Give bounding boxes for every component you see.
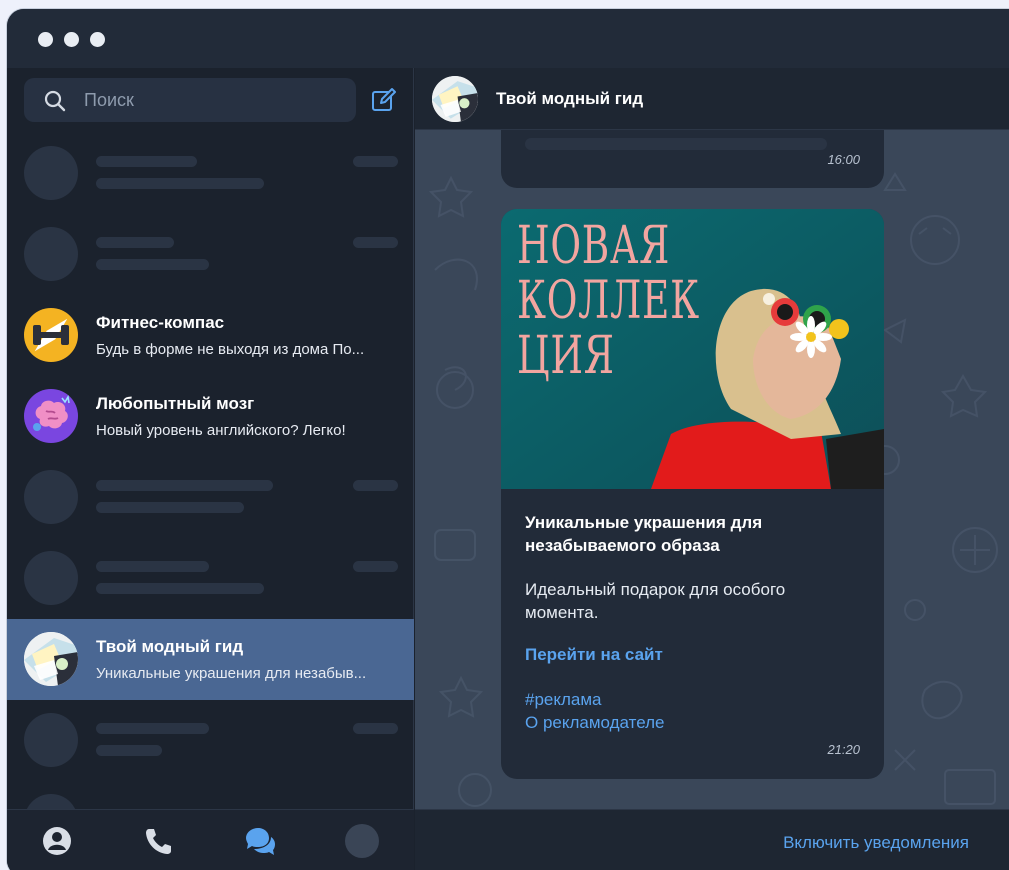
fashion-logo-icon [432,76,478,122]
window-dot-2[interactable] [64,32,79,47]
placeholder-bar [96,259,209,270]
chat-header[interactable]: Твой модный гид [415,68,1009,130]
placeholder-bar [96,583,264,594]
chats-icon[interactable] [243,824,277,858]
avatar [24,146,78,200]
post-title: Уникальные украшения для незабываемого о… [525,513,763,555]
chat-preview: Будь в форме не выходя из дома По... [96,341,365,358]
bottom-nav [7,809,414,870]
chat-list-item-placeholder[interactable] [7,457,414,538]
search-input[interactable] [84,78,344,122]
chat-preview: Новый уровень английского? Легко! [96,422,346,439]
visit-site-link[interactable]: Перейти на сайт [525,645,663,665]
app-window: Фитнес-компас Будь в форме не выходя из … [6,8,1009,870]
chat-list-item-placeholder[interactable] [7,781,414,809]
chat-name: Твой модный гид [96,637,244,656]
message-bubble: 16:00 [501,130,884,188]
brain-icon [33,394,70,431]
post-body: Идеальный подарок для особого момента. [525,580,786,622]
placeholder-bar [353,480,398,491]
avatar [24,713,78,767]
avatar [24,470,78,524]
post-image[interactable]: НОВАЯ КОЛЛЕК ЦИЯ [501,209,884,489]
chat-pane: Твой модный гид 16:00 НОВАЯ КОЛЛЕК ЦИЯ У… [415,68,1009,870]
chat-list-item-brain[interactable]: Любопытный мозг Новый уровень английског… [7,376,414,457]
chat-preview: Уникальные украшения для незабыв... [96,665,367,682]
placeholder-bar [353,156,398,167]
enable-notifications-button[interactable]: Включить уведомления [783,833,969,853]
ad-post: НОВАЯ КОЛЛЕК ЦИЯ Уникальные украшения дл… [501,209,884,779]
placeholder-bar [96,745,162,756]
post-image-line-2: КОЛЛЕК [517,271,700,331]
edit-icon[interactable] [371,87,397,113]
chat-wallpaper: 16:00 НОВАЯ КОЛЛЕК ЦИЯ Уникальные украше… [415,130,1009,809]
chat-list-item-fashion[interactable]: Твой модный гид Уникальные украшения для… [7,619,414,700]
avatar [24,308,78,362]
avatar[interactable] [345,824,379,858]
avatar [24,551,78,605]
placeholder-bar [353,237,398,248]
chat-list: Фитнес-компас Будь в форме не выходя из … [7,133,414,809]
placeholder-bar [96,502,244,513]
message-time: 21:20 [827,742,860,757]
placeholder-bar [96,561,209,572]
chat-name: Фитнес-компас [96,313,225,332]
title-bar [7,9,1009,68]
phone-icon[interactable] [141,824,175,858]
chat-list-item-placeholder[interactable] [7,133,414,214]
search-icon [44,90,66,112]
placeholder-bar [96,237,174,248]
message-time: 16:00 [827,152,860,167]
post-image-line-1: НОВАЯ [517,216,671,276]
post-image-line-3: ЦИЯ [517,326,615,386]
chat-list-item-placeholder[interactable] [7,214,414,295]
sidebar: Фитнес-компас Будь в форме не выходя из … [7,68,414,870]
dumbbell-icon [33,318,69,352]
chat-list-item-placeholder[interactable] [7,700,414,781]
placeholder-bar [353,561,398,572]
chat-footer: Включить уведомления [415,809,1009,870]
search-box[interactable] [24,78,356,122]
placeholder-bar [96,723,209,734]
avatar [24,794,78,809]
placeholder-bar [96,156,197,167]
placeholder-bar [96,178,264,189]
avatar [24,227,78,281]
avatar[interactable] [432,76,478,122]
hashtag-link[interactable]: #реклама [525,690,602,710]
placeholder-bar [353,723,398,734]
placeholder-bar [96,480,273,491]
profile-icon[interactable] [40,824,74,858]
chat-list-item-fitness[interactable]: Фитнес-компас Будь в форме не выходя из … [7,295,414,376]
fashion-logo-icon [24,632,78,686]
avatar [24,632,78,686]
chat-name: Любопытный мозг [96,394,255,413]
window-dot-3[interactable] [90,32,105,47]
avatar [24,389,78,443]
window-dot-1[interactable] [38,32,53,47]
chat-list-item-placeholder[interactable] [7,538,414,619]
advertiser-info-link[interactable]: О рекламодателе [525,713,665,733]
placeholder-bar [525,138,827,150]
chat-title: Твой модный гид [496,89,644,108]
